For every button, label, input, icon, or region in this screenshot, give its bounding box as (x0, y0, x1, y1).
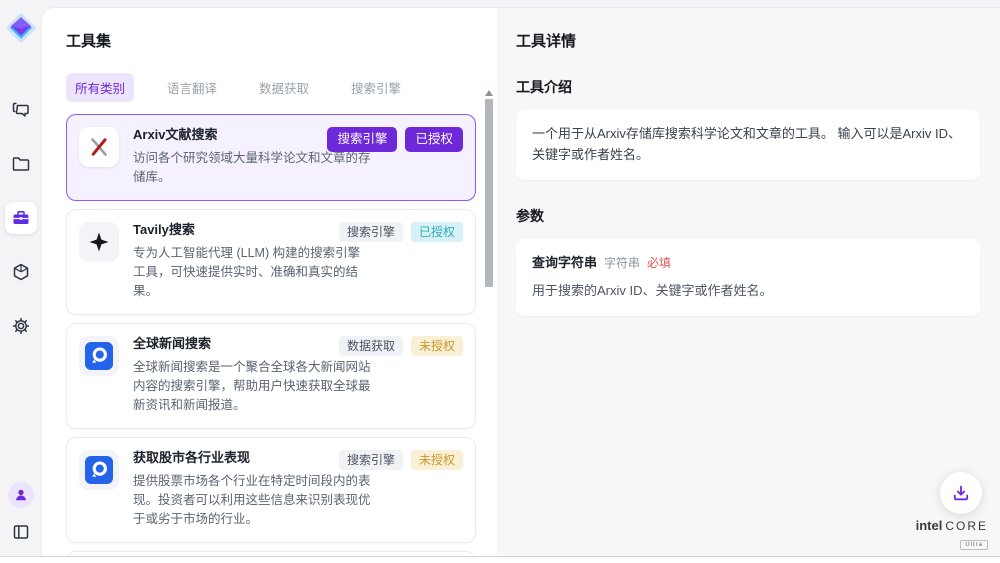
folder-icon[interactable] (5, 148, 37, 180)
tool-detail-panel: 工具详情 工具介绍 一个用于从Arxiv存储库搜索科学论文和文章的工具。 输入可… (497, 8, 1000, 556)
tool-name: 全球新闻搜索 (133, 336, 371, 353)
auth-status-badge: 未授权 (411, 450, 463, 470)
param-type: 字符串 (604, 254, 640, 273)
category-tab[interactable]: 所有类别 (66, 73, 134, 102)
tavily-icon (79, 222, 119, 262)
param-description: 用于搜索的Arxiv ID、关键字或作者姓名。 (532, 281, 964, 302)
tool-card[interactable]: Tavily搜索 专为人工智能代理 (LLM) 构建的搜索引擎工具，可快速提供实… (66, 209, 476, 315)
tool-badges: 搜索引擎 未授权 (339, 450, 463, 470)
tool-description: 专为人工智能代理 (LLM) 构建的搜索引擎工具，可快速提供实时、准确和真实的结… (133, 244, 371, 302)
param-required-flag: 必填 (647, 254, 671, 273)
list-scrollbar[interactable] (484, 88, 494, 554)
tool-badges: 搜索引擎 已授权 (339, 222, 463, 242)
q-blue-icon (79, 450, 119, 490)
tools-panel: 工具集 所有类别 语言翻译 数据获取 搜索引擎 A (42, 8, 497, 556)
tool-card[interactable]: 全球新闻搜索 全球新闻搜索是一个聚合全球各大新闻网站内容的搜索引擎，帮助用户快速… (66, 323, 476, 429)
category-tab[interactable]: 数据获取 (250, 73, 318, 102)
tool-card[interactable]: 获取市场最活跃股票信息 提供当天交易量最高的股票列表，投资者可以利用这些信息来识… (66, 551, 476, 556)
toolbox-icon[interactable] (5, 202, 37, 234)
detail-panel-title: 工具详情 (516, 30, 980, 51)
param-card: 查询字符串 字符串 必填 用于搜索的Arxiv ID、关键字或作者姓名。 (516, 239, 980, 317)
panel-toggle-icon[interactable] (9, 520, 33, 544)
tool-badges: 数据获取 未授权 (339, 336, 463, 356)
tool-card[interactable]: 获取股市各行业表现 提供股票市场各个行业在特定时间段内的表现。投资者可以利用这些… (66, 437, 476, 543)
category-badge: 数据获取 (339, 336, 403, 356)
tool-badges: 搜索引擎 已授权 (327, 127, 463, 152)
category-badge: 搜索引擎 (327, 127, 397, 152)
core-wordmark: CORE (945, 519, 988, 533)
tool-description: 访问各个研究领域大量科学论文和文章的存储库。 (133, 149, 371, 188)
params-heading: 参数 (516, 206, 980, 226)
intel-wordmark: intel (916, 518, 943, 533)
param-name: 查询字符串 (532, 253, 597, 274)
auth-status-badge: 已授权 (405, 127, 463, 152)
app-logo-icon[interactable] (3, 10, 39, 46)
tool-description: 全球新闻搜索是一个聚合全球各大新闻网站内容的搜索引擎，帮助用户快速获取全球最新资… (133, 358, 371, 416)
settings-gear-icon[interactable] (5, 310, 37, 342)
param-head: 查询字符串 字符串 必填 (532, 253, 964, 274)
main-window: 工具集 所有类别 语言翻译 数据获取 搜索引擎 A (42, 8, 1000, 556)
tools-panel-title: 工具集 (66, 30, 497, 51)
scrollbar-thumb[interactable] (485, 99, 493, 287)
tool-name: 获取股市各行业表现 (133, 450, 371, 467)
category-tab[interactable]: 语言翻译 (158, 73, 226, 102)
category-tabs: 所有类别 语言翻译 数据获取 搜索引擎 (66, 73, 497, 102)
rail-nav (5, 94, 37, 342)
tool-name: Tavily搜索 (133, 222, 371, 239)
core-ultra-badge: Ultra (960, 540, 988, 550)
intro-card: 一个用于从Arxiv存储库搜索科学论文和文章的工具。 输入可以是Arxiv ID… (516, 110, 980, 180)
tool-card[interactable]: Arxiv文献搜索 访问各个研究领域大量科学论文和文章的存储库。 搜索引擎 已授… (66, 114, 476, 201)
category-badge: 搜索引擎 (339, 222, 403, 242)
rail-bottom (8, 482, 34, 544)
user-avatar[interactable] (8, 482, 34, 508)
intro-heading: 工具介绍 (516, 77, 980, 97)
auth-status-badge: 已授权 (411, 222, 463, 242)
app-root: 工具集 所有类别 语言翻译 数据获取 搜索引擎 A (0, 0, 1000, 557)
cube-icon[interactable] (5, 256, 37, 288)
tool-description: 提供股票市场各个行业在特定时间段内的表现。投资者可以利用这些信息来识别表现优于或… (133, 472, 371, 530)
left-rail (0, 0, 42, 556)
chat-icon[interactable] (5, 94, 37, 126)
download-button[interactable] (940, 472, 982, 514)
tool-list: Arxiv文献搜索 访问各个研究领域大量科学论文和文章的存储库。 搜索引擎 已授… (66, 114, 497, 556)
intel-core-logo: intelCORE Ultra (916, 518, 988, 550)
category-badge: 搜索引擎 (339, 450, 403, 470)
auth-status-badge: 未授权 (411, 336, 463, 356)
category-tab[interactable]: 搜索引擎 (342, 73, 410, 102)
q-blue-icon (79, 336, 119, 376)
arxiv-icon (79, 127, 119, 167)
scrollbar-up-arrow-icon[interactable] (485, 90, 493, 96)
